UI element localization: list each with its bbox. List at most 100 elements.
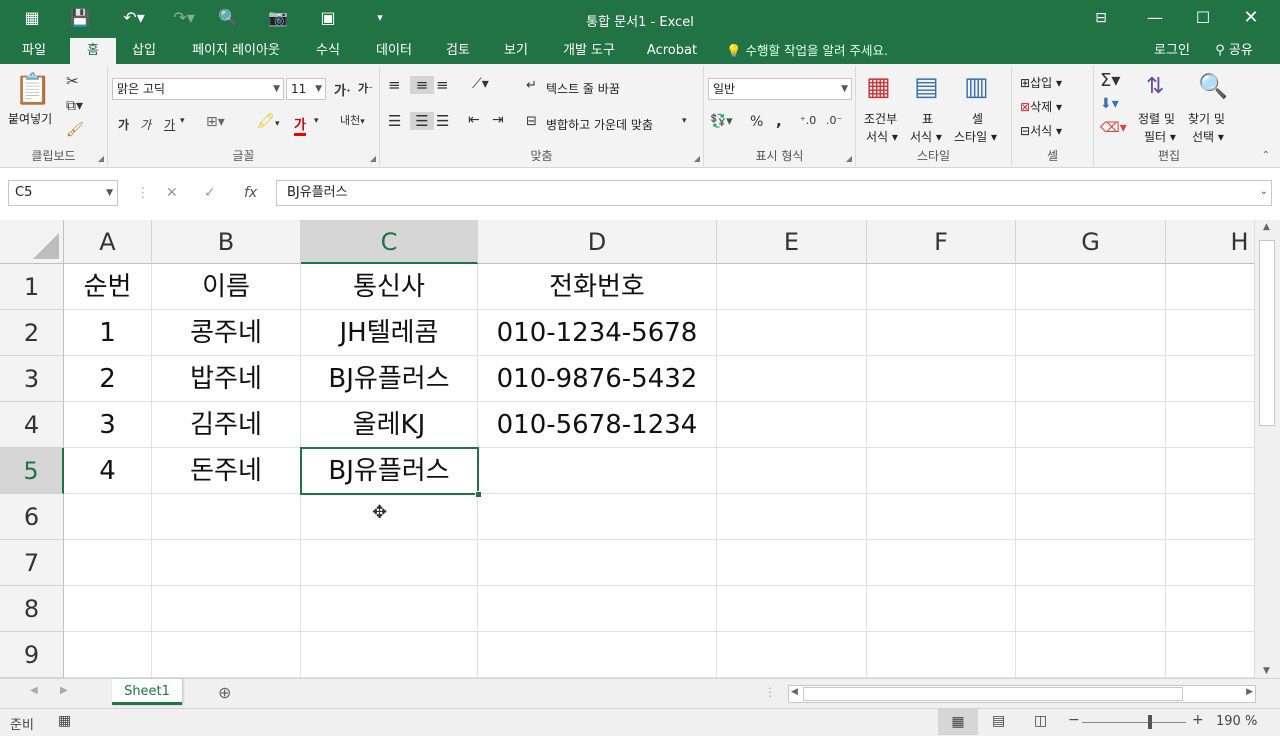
cell-styles-icon[interactable]: ▥ [964, 72, 989, 102]
tab-view[interactable]: 보기 [494, 38, 538, 64]
cell-F2[interactable] [867, 310, 1016, 356]
horizontal-scroll-thumb[interactable] [803, 687, 1183, 701]
scroll-left-icon[interactable]: ◀ [791, 687, 798, 697]
row-header[interactable]: 5 [0, 448, 64, 494]
row-header[interactable]: 8 [0, 586, 64, 632]
sort-filter-button-2[interactable]: 필터 ▾ [1144, 128, 1176, 145]
paste-icon[interactable]: 📋 [14, 72, 51, 107]
cell-D8[interactable] [478, 586, 717, 632]
insert-cells-button[interactable]: ⊞삽입 ▾ [1020, 74, 1062, 91]
cell-F1[interactable] [867, 264, 1016, 310]
column-header[interactable]: G [1016, 220, 1166, 264]
column-header[interactable]: A [64, 220, 152, 264]
cell-D9[interactable] [478, 632, 717, 678]
cell-B4[interactable]: 김주네 [152, 402, 301, 448]
number-format-combo[interactable]: 일반 ▼ [708, 78, 852, 100]
cell-B9[interactable] [152, 632, 301, 678]
cut-icon[interactable]: ✂ [66, 72, 79, 90]
delete-cells-button[interactable]: ⊠삭제 ▾ [1020, 98, 1062, 115]
worksheet-grid[interactable]: A B C D E F G H 1 2 3 4 5 6 7 8 9 순번 이름 통신… [0, 220, 1254, 678]
scroll-down-icon[interactable]: ▼ [1263, 666, 1270, 676]
format-painter-icon[interactable]: 🖌 [66, 122, 84, 138]
expand-formula-bar-icon[interactable]: ⌄ [1260, 186, 1268, 197]
cell-D3[interactable]: 010-9876-5432 [478, 356, 717, 402]
cell-E9[interactable] [717, 632, 867, 678]
cell-D2[interactable]: 010-1234-5678 [478, 310, 717, 356]
sort-filter-icon[interactable]: ⇅ [1146, 74, 1164, 99]
tell-me-box[interactable]: 💡 수행할 작업을 알려 주세요. [726, 38, 888, 64]
copy-icon[interactable]: ⧉▾ [66, 98, 83, 114]
cell-C8[interactable] [301, 586, 478, 632]
cell-E2[interactable] [717, 310, 867, 356]
cell-C5[interactable]: BJ유플러스 [301, 448, 478, 494]
cell-D6[interactable] [478, 494, 717, 540]
cell-E4[interactable] [717, 402, 867, 448]
dialog-launcher-icon[interactable]: ◢ [846, 154, 852, 163]
font-size-combo[interactable]: 11 ▼ [286, 78, 326, 100]
cell-A8[interactable] [64, 586, 152, 632]
row-header[interactable]: 1 [0, 264, 64, 310]
cell-E7[interactable] [717, 540, 867, 586]
cell-E3[interactable] [717, 356, 867, 402]
cell-B7[interactable] [152, 540, 301, 586]
cell-H5[interactable] [1166, 448, 1254, 494]
cell-C7[interactable] [301, 540, 478, 586]
fill-color-icon[interactable]: 🖍▾ [256, 112, 280, 130]
cell-styles-button[interactable]: 셀 [972, 110, 983, 127]
increase-indent-icon[interactable]: ⇥ [492, 112, 504, 128]
autosum-icon[interactable]: Σ▾ [1100, 70, 1120, 91]
zoom-in-button[interactable]: + [1192, 712, 1204, 728]
zoom-slider-thumb[interactable] [1148, 715, 1152, 729]
cell-styles-button-2[interactable]: 스타일 ▾ [954, 128, 997, 145]
normal-view-icon[interactable]: ▦ [938, 709, 978, 735]
cell-G3[interactable] [1016, 356, 1166, 402]
row-header[interactable]: 6 [0, 494, 64, 540]
increase-decimal-icon[interactable]: ⁺.0 [800, 114, 816, 127]
cell-G7[interactable] [1016, 540, 1166, 586]
cell-H3[interactable] [1166, 356, 1254, 402]
cell-G9[interactable] [1016, 632, 1166, 678]
cell-A5[interactable]: 4 [64, 448, 152, 494]
cell-G6[interactable] [1016, 494, 1166, 540]
insert-function-button[interactable]: fx [244, 180, 257, 206]
tab-developer[interactable]: 개발 도구 [550, 38, 628, 64]
paste-button[interactable]: 붙여넣기 [8, 110, 52, 127]
zoom-out-button[interactable]: − [1068, 712, 1080, 728]
page-break-view-icon[interactable]: ◫ [1034, 713, 1047, 729]
find-select-button-2[interactable]: 선택 ▾ [1192, 128, 1224, 145]
cell-F5[interactable] [867, 448, 1016, 494]
cell-H4[interactable] [1166, 402, 1254, 448]
scroll-right-icon[interactable]: ▶ [1246, 687, 1253, 697]
scroll-up-icon[interactable]: ▲ [1263, 222, 1270, 232]
column-header[interactable]: H [1166, 220, 1254, 264]
percent-style-button[interactable]: % [750, 114, 763, 130]
cell-A7[interactable] [64, 540, 152, 586]
cell-H2[interactable] [1166, 310, 1254, 356]
conditional-format-button[interactable]: 조건부 [864, 110, 897, 127]
cell-G1[interactable] [1016, 264, 1166, 310]
dialog-launcher-icon[interactable]: ◢ [370, 154, 376, 163]
cell-H1[interactable] [1166, 264, 1254, 310]
cell-D5[interactable] [478, 448, 717, 494]
cell-F9[interactable] [867, 632, 1016, 678]
cell-A1[interactable]: 순번 [64, 264, 152, 310]
cell-B2[interactable]: 콩주네 [152, 310, 301, 356]
tab-home[interactable]: 홈 [70, 38, 116, 65]
row-header[interactable]: 9 [0, 632, 64, 678]
italic-button[interactable]: 가 [140, 116, 151, 133]
cell-B1[interactable]: 이름 [152, 264, 301, 310]
find-select-icon[interactable]: 🔍 [1198, 72, 1228, 100]
cell-A4[interactable]: 3 [64, 402, 152, 448]
cell-H6[interactable] [1166, 494, 1254, 540]
split-handle-icon[interactable]: ⋮ [764, 685, 776, 699]
cell-B5[interactable]: 돈주네 [152, 448, 301, 494]
merge-center-icon[interactable]: ⊟ [526, 114, 537, 129]
cell-A2[interactable]: 1 [64, 310, 152, 356]
cell-D1[interactable]: 전화번호 [478, 264, 717, 310]
cell-C4[interactable]: 올레KJ [301, 402, 478, 448]
tab-file[interactable]: 파일 [10, 38, 58, 64]
cell-C9[interactable] [301, 632, 478, 678]
merge-center-button[interactable]: 병합하고 가운데 맞춤 [546, 116, 653, 133]
row-header[interactable]: 4 [0, 402, 64, 448]
minimize-button[interactable]: — [1132, 4, 1178, 32]
